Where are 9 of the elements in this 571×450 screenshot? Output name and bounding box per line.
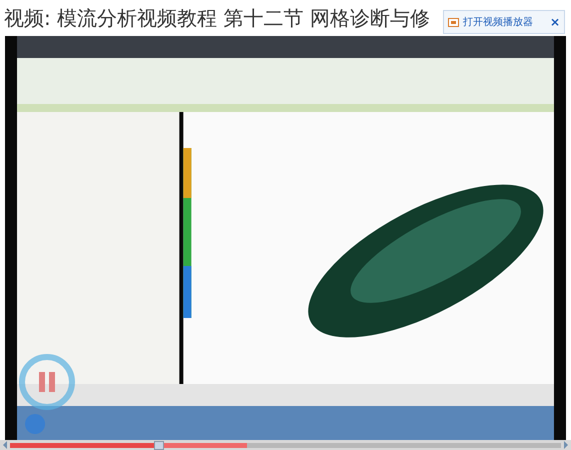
progress-track[interactable] (10, 442, 561, 448)
pause-button[interactable] (19, 354, 75, 410)
progress-thumb[interactable] (154, 440, 164, 450)
left-arrow-icon[interactable] (2, 441, 8, 449)
video-icon (448, 18, 459, 26)
right-arrow-icon[interactable] (563, 441, 569, 449)
page-title: 视频: 模流分析视频教程 第十二节 网格诊断与修 (4, 8, 430, 28)
close-button[interactable]: × (550, 16, 560, 28)
open-player-button[interactable]: 打开视频播放器 (448, 14, 533, 30)
